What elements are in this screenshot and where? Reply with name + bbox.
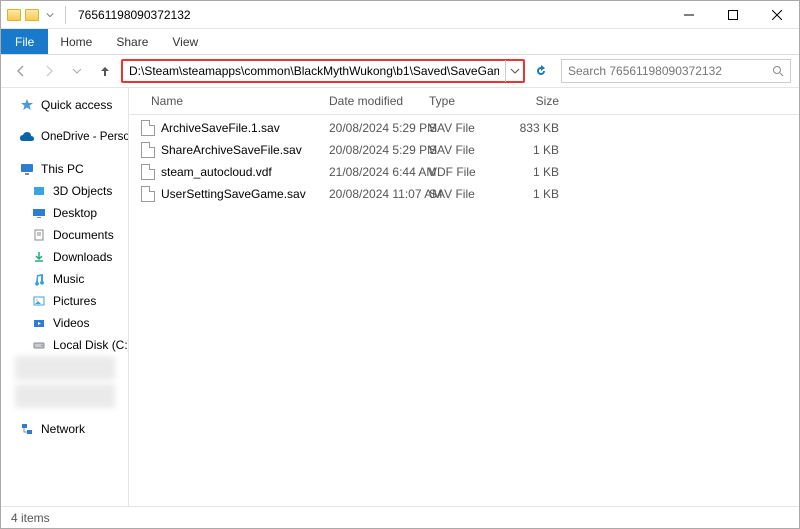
sidebar-label: Network [41, 422, 85, 436]
up-button[interactable] [93, 59, 117, 83]
sidebar-item-icon [31, 205, 47, 221]
star-icon [19, 97, 35, 113]
sidebar-obscured-item [15, 384, 115, 408]
app-folder-icon[interactable] [7, 9, 21, 21]
file-row[interactable]: steam_autocloud.vdf 21/08/2024 6:44 AMVDF… [129, 161, 799, 183]
column-header-date[interactable]: Date modified [319, 92, 419, 110]
sidebar-item-label: Downloads [53, 250, 112, 264]
sidebar-item-label: Local Disk (C:) [53, 338, 129, 352]
file-type: VDF File [419, 164, 499, 180]
file-type: SAV File [419, 120, 499, 136]
sidebar-item-label: Desktop [53, 206, 97, 220]
sidebar-item-label: Documents [53, 228, 114, 242]
sidebar-item-icon [31, 249, 47, 265]
sidebar-item-label: Music [53, 272, 84, 286]
sidebar-item-icon [31, 183, 47, 199]
sidebar-item-downloads[interactable]: Downloads [1, 246, 128, 268]
navigation-pane[interactable]: Quick access OneDrive - Personal This PC… [1, 88, 129, 506]
file-tab[interactable]: File [1, 29, 48, 54]
file-icon [141, 186, 155, 202]
sidebar-item-icon [31, 293, 47, 309]
status-bar: 4 items [1, 506, 799, 528]
file-row[interactable]: ShareArchiveSaveFile.sav 20/08/2024 5:29 … [129, 139, 799, 161]
file-date: 20/08/2024 5:29 PM [319, 142, 419, 158]
ribbon-tabs: File Home Share View [1, 29, 799, 55]
address-bar-row [1, 55, 799, 87]
sidebar-item-label: Videos [53, 316, 89, 330]
cloud-icon [19, 129, 35, 145]
file-type: SAV File [419, 186, 499, 202]
sidebar-label: This PC [41, 162, 84, 176]
column-header-size[interactable]: Size [499, 92, 569, 110]
close-button[interactable] [755, 1, 799, 29]
minimize-button[interactable] [667, 1, 711, 29]
file-name: UserSettingSaveGame.sav [161, 187, 306, 201]
sidebar-network[interactable]: Network [1, 418, 128, 440]
home-tab[interactable]: Home [48, 29, 104, 54]
column-header-type[interactable]: Type [419, 92, 499, 110]
file-name: ArchiveSaveFile.1.sav [161, 121, 280, 135]
file-icon [141, 164, 155, 180]
content-area: Quick access OneDrive - Personal This PC… [1, 87, 799, 506]
network-icon [19, 421, 35, 437]
title-bar: 76561198090372132 [1, 1, 799, 29]
sidebar-item-documents[interactable]: Documents [1, 224, 128, 246]
address-dropdown-icon[interactable] [505, 60, 523, 82]
file-name: ShareArchiveSaveFile.sav [161, 143, 302, 157]
sidebar-obscured-item [15, 356, 115, 380]
file-icon [141, 120, 155, 136]
sidebar-item-videos[interactable]: Videos [1, 312, 128, 334]
address-bar[interactable] [121, 59, 525, 83]
view-tab[interactable]: View [160, 29, 210, 54]
file-row[interactable]: UserSettingSaveGame.sav 20/08/2024 11:07 … [129, 183, 799, 205]
recent-locations-button[interactable] [65, 59, 89, 83]
quick-access-toolbar [1, 6, 72, 24]
search-input[interactable] [568, 64, 772, 78]
search-box[interactable] [561, 59, 791, 83]
file-list[interactable]: ArchiveSaveFile.1.sav20/08/2024 5:29 PMS… [129, 115, 799, 506]
qat-open-icon[interactable] [25, 9, 39, 21]
file-type: SAV File [419, 142, 499, 158]
sidebar-item-icon [31, 337, 47, 353]
file-size: 1 KB [499, 164, 569, 180]
qat-dropdown-icon[interactable] [45, 10, 55, 20]
sidebar-this-pc[interactable]: This PC [1, 158, 128, 180]
window-title: 76561198090372132 [72, 8, 191, 22]
refresh-button[interactable] [529, 59, 553, 83]
file-size: 1 KB [499, 142, 569, 158]
file-date: 20/08/2024 11:07 AM [319, 186, 419, 202]
file-list-area: Name Date modified Type Size ArchiveSave… [129, 88, 799, 506]
file-size: 1 KB [499, 186, 569, 202]
sidebar-item-icon [31, 227, 47, 243]
sidebar-item-pictures[interactable]: Pictures [1, 290, 128, 312]
sidebar-item-music[interactable]: Music [1, 268, 128, 290]
forward-button[interactable] [37, 59, 61, 83]
file-icon [141, 142, 155, 158]
status-text: 4 items [11, 511, 50, 525]
sidebar-item-3d-objects[interactable]: 3D Objects [1, 180, 128, 202]
sidebar-item-local-disk-c-[interactable]: Local Disk (C:) [1, 334, 128, 356]
maximize-button[interactable] [711, 1, 755, 29]
search-icon [772, 65, 784, 77]
sidebar-item-desktop[interactable]: Desktop [1, 202, 128, 224]
monitor-icon [19, 161, 35, 177]
back-button[interactable] [9, 59, 33, 83]
sidebar-quick-access[interactable]: Quick access [1, 94, 128, 116]
sidebar-label: OneDrive - Personal [41, 131, 129, 143]
column-headers: Name Date modified Type Size [129, 88, 799, 115]
file-row[interactable]: ArchiveSaveFile.1.sav 20/08/2024 5:29 PMS… [129, 117, 799, 139]
sidebar-item-label: Pictures [53, 294, 96, 308]
file-date: 21/08/2024 6:44 AM [319, 164, 419, 180]
column-header-name[interactable]: Name [129, 92, 319, 110]
file-date: 20/08/2024 5:29 PM [319, 120, 419, 136]
sidebar-label: Quick access [41, 98, 112, 112]
sidebar-item-icon [31, 315, 47, 331]
file-size: 833 KB [499, 120, 569, 136]
file-name: steam_autocloud.vdf [161, 165, 272, 179]
sidebar-onedrive[interactable]: OneDrive - Personal [1, 126, 128, 148]
sidebar-item-icon [31, 271, 47, 287]
share-tab[interactable]: Share [104, 29, 160, 54]
address-input[interactable] [123, 64, 505, 78]
sidebar-item-label: 3D Objects [53, 184, 112, 198]
